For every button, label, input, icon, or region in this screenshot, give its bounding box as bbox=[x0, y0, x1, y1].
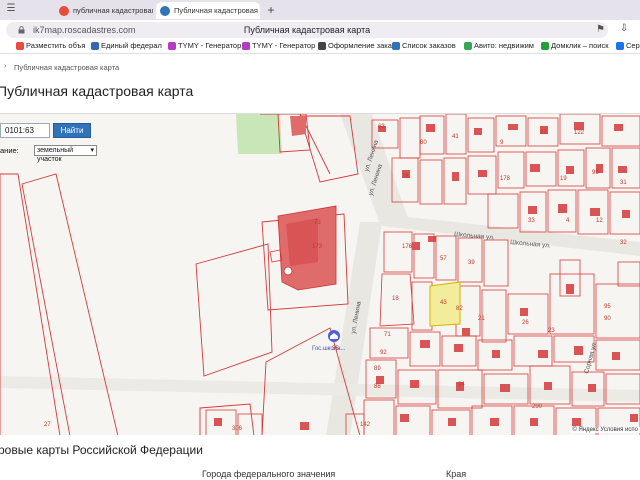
bookmark-item[interactable]: TYMY - Генератор bbox=[168, 41, 241, 50]
address-bar: ik7map.roscadastres.com Публичная кадаст… bbox=[0, 20, 640, 40]
parcel-number[interactable]: 142 bbox=[360, 422, 371, 428]
chevron-down-icon: ▾ bbox=[90, 147, 94, 154]
map-copyright[interactable]: © Яндекс Условия испо bbox=[570, 427, 640, 433]
parcel-number[interactable]: 73 bbox=[314, 220, 321, 226]
bookmark-label: TYMY - Генератор bbox=[252, 41, 316, 50]
bookmark-favicon-icon bbox=[318, 41, 326, 50]
window-menu-icon[interactable]: ☰ bbox=[4, 2, 18, 16]
bookmark-item[interactable]: Серв bbox=[616, 41, 640, 50]
bookmark-label: Список заказов bbox=[402, 41, 456, 50]
bookmark-label: TYMY - Генератор bbox=[178, 41, 242, 50]
tab-label: публичная кадастровая к bbox=[73, 6, 153, 15]
parcel-number[interactable]: 176 bbox=[402, 244, 413, 250]
page-title-in-bar: Публичная кадастровая карта bbox=[243, 25, 371, 35]
bookmark-label: Единый федерал bbox=[101, 41, 162, 50]
bookmark-label: Авито: недвижим bbox=[474, 41, 534, 50]
bookmark-item[interactable]: Единый федерал bbox=[91, 41, 162, 50]
bookmark-favicon-icon bbox=[464, 41, 472, 50]
parcel-number[interactable]: 173 bbox=[312, 244, 323, 250]
bookmark-label: Разместить объя bbox=[26, 41, 86, 50]
bookmark-favicon-icon bbox=[541, 41, 549, 50]
breadcrumb-arrow-icon: › bbox=[4, 63, 7, 70]
parcel-number[interactable]: 27 bbox=[44, 422, 51, 428]
parcel-number[interactable]: 99 bbox=[592, 170, 599, 176]
parcel-number[interactable]: 88 bbox=[374, 384, 381, 390]
browser-tab-strip: ☰ публичная кадастровая к Публичная када… bbox=[0, 0, 640, 20]
bookmark-favicon-icon bbox=[16, 41, 24, 50]
column-heading-federal-cities: Города федерального значения bbox=[202, 469, 336, 479]
cadastral-number-input[interactable] bbox=[0, 123, 50, 138]
section-heading: ровые карты Российской Федерации bbox=[0, 443, 203, 457]
breadcrumb[interactable]: Публичная кадастровая карта bbox=[14, 63, 119, 72]
parcel-number[interactable]: 23 bbox=[548, 328, 555, 334]
parcel-number[interactable]: 21 bbox=[478, 316, 485, 322]
bookmark-item[interactable]: Разместить объя bbox=[16, 41, 85, 50]
parcel-number[interactable]: 92 bbox=[380, 350, 387, 356]
parcel-number[interactable]: 35 bbox=[332, 346, 339, 352]
green-area bbox=[236, 114, 282, 154]
parcel-number[interactable]: 290 bbox=[532, 404, 543, 410]
parcel-number[interactable]: 41 bbox=[452, 134, 459, 140]
bookmark-item[interactable]: TYMY - Генератор bbox=[242, 41, 315, 50]
parcel-number[interactable]: 122 bbox=[574, 130, 585, 136]
parcel-number[interactable]: 57 bbox=[440, 256, 447, 262]
find-button[interactable]: Найти bbox=[53, 123, 91, 138]
page-title: Публичная кадастровая карта bbox=[0, 83, 194, 99]
poi-label: Гос.школа... bbox=[312, 346, 346, 352]
parcel-number[interactable]: 82 bbox=[456, 306, 463, 312]
school-poi-icon bbox=[328, 330, 340, 342]
bookmark-favicon-icon bbox=[242, 41, 250, 50]
bookmark-favicon-icon bbox=[168, 41, 176, 50]
parcel-number[interactable]: 33 bbox=[528, 218, 535, 224]
parcel-number[interactable]: 26 bbox=[522, 320, 529, 326]
parcel-number[interactable]: 80 bbox=[420, 140, 427, 146]
parcel-number[interactable]: 22 bbox=[540, 130, 547, 136]
parcel-number[interactable]: 18 bbox=[392, 296, 399, 302]
bookmarks-bar: Разместить объя Единый федерал TYMY - Ге… bbox=[0, 40, 640, 54]
url-field[interactable]: ik7map.roscadastres.com Публичная кадаст… bbox=[6, 22, 608, 38]
bookmark-favicon-icon bbox=[392, 41, 400, 50]
cadastral-map[interactable]: ул. Ленина ул. Ленина Школьная ул. Школь… bbox=[0, 113, 640, 435]
bookmark-item[interactable]: Оформление зака bbox=[318, 41, 392, 50]
parcel-number[interactable]: 95 bbox=[604, 304, 611, 310]
parcel-number[interactable]: 178 bbox=[500, 176, 511, 182]
parcel-number[interactable]: 31 bbox=[620, 180, 627, 186]
bookmark-item[interactable]: Авито: недвижим bbox=[464, 41, 534, 50]
tab-favicon-icon bbox=[160, 5, 170, 16]
bookmark-item[interactable]: Список заказов bbox=[392, 41, 456, 50]
parcel-number[interactable]: 34 bbox=[458, 382, 465, 388]
bookmark-favicon-icon bbox=[616, 41, 624, 50]
column-heading-krai: Края bbox=[446, 469, 467, 479]
tab-cadastral-map-1[interactable]: публичная кадастровая к bbox=[55, 2, 153, 19]
parcel-number[interactable]: 306 bbox=[232, 426, 243, 432]
parcel-number[interactable]: 39 bbox=[468, 260, 475, 266]
bookmark-item[interactable]: Домклик – поиск bbox=[541, 41, 609, 50]
parcel-number[interactable]: 71 bbox=[384, 332, 391, 338]
parcel-number[interactable]: 32 bbox=[620, 240, 627, 246]
parcel-number[interactable]: 19 bbox=[560, 176, 567, 182]
bookmark-label: Домклик – поиск bbox=[551, 41, 609, 50]
parcel-number[interactable]: 43 bbox=[440, 300, 447, 306]
parcel-number[interactable]: 63 bbox=[378, 124, 385, 130]
tab-cadastral-map-active[interactable]: Публичная кадастровая карта × bbox=[156, 2, 260, 19]
map-canvas[interactable]: ул. Ленина ул. Ленина Школьная ул. Школь… bbox=[0, 114, 640, 435]
object-type-select[interactable]: земельный участок ▾ bbox=[34, 145, 97, 163]
tab-favicon-icon bbox=[59, 5, 69, 16]
bookmark-favicon-icon bbox=[91, 41, 99, 50]
bookmark-label: Оформление зака bbox=[328, 41, 392, 50]
object-type-label: ание: bbox=[0, 146, 19, 155]
parcel-number[interactable]: 90 bbox=[604, 316, 611, 322]
parcel-number[interactable]: 78 bbox=[402, 174, 409, 180]
tab-label: Публичная кадастровая карта bbox=[174, 6, 260, 15]
download-icon[interactable]: ⇩ bbox=[620, 23, 628, 34]
parcel-number[interactable]: 12 bbox=[596, 218, 603, 224]
new-tab-icon[interactable]: + bbox=[264, 3, 278, 17]
bookmark-label: Серв bbox=[626, 41, 640, 50]
parcel-number[interactable]: 89 bbox=[374, 366, 381, 372]
bookmark-icon[interactable]: ⚑ bbox=[596, 24, 605, 35]
